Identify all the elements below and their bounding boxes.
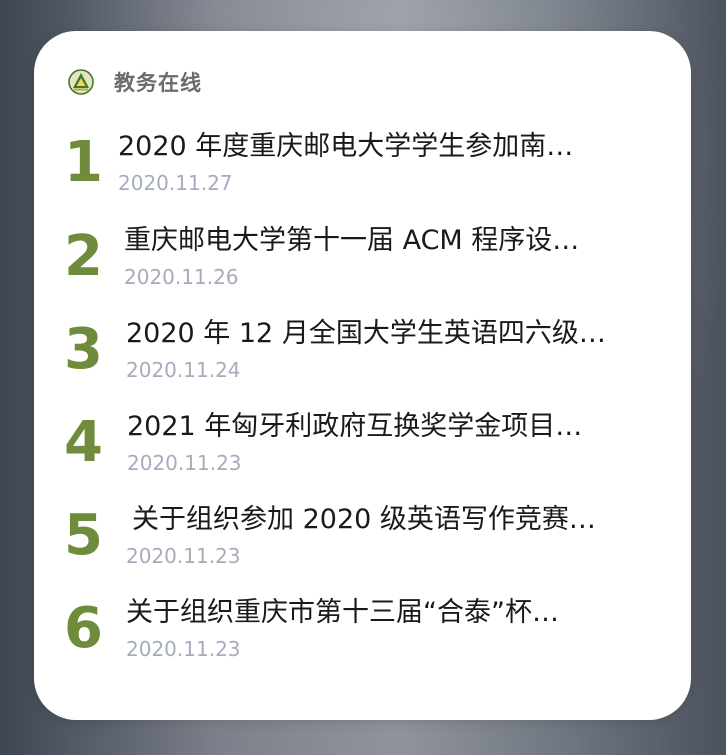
rank-number: 2 <box>64 224 103 289</box>
news-title: 2020 年度重庆邮电大学学生参加南… <box>118 131 574 162</box>
app-name: 教务在线 <box>114 71 202 95</box>
news-date: 2020.11.27 <box>118 171 233 195</box>
jiaowu-widget[interactable]: 教务在线 1 2020 年度重庆邮电大学学生参加南… 2020.11.27 2 … <box>34 31 691 720</box>
news-item-2[interactable]: 2 重庆邮电大学第十一届 ACM 程序设… 2020.11.26 <box>34 225 691 315</box>
news-title: 关于组织参加 2020 级英语写作竞赛… <box>132 504 596 535</box>
widget-header: 教务在线 <box>68 67 202 97</box>
news-item-6[interactable]: 6 关于组织重庆市第十三届“合泰”杯… 2020.11.23 <box>34 597 691 687</box>
rank-number: 3 <box>64 317 103 382</box>
news-date: 2020.11.24 <box>126 358 241 382</box>
rank-number: 4 <box>64 410 103 475</box>
news-title: 2020 年 12 月全国大学生英语四六级… <box>126 318 606 349</box>
rank-number: 5 <box>64 503 103 568</box>
news-date: 2020.11.26 <box>124 265 239 289</box>
news-title: 关于组织重庆市第十三届“合泰”杯… <box>126 597 559 628</box>
news-item-4[interactable]: 4 2021 年匈牙利政府互换奖学金项目… 2020.11.23 <box>34 411 691 501</box>
school-emblem-icon <box>68 69 94 95</box>
news-date: 2020.11.23 <box>127 451 242 475</box>
news-item-1[interactable]: 1 2020 年度重庆邮电大学学生参加南… 2020.11.27 <box>34 131 691 221</box>
news-item-5[interactable]: 5 关于组织参加 2020 级英语写作竞赛… 2020.11.23 <box>34 504 691 594</box>
news-title: 2021 年匈牙利政府互换奖学金项目… <box>127 411 583 442</box>
rank-number: 1 <box>64 130 103 195</box>
news-date: 2020.11.23 <box>126 544 241 568</box>
news-title: 重庆邮电大学第十一届 ACM 程序设… <box>124 225 580 256</box>
news-date: 2020.11.23 <box>126 637 241 661</box>
rank-number: 6 <box>64 596 103 661</box>
news-item-3[interactable]: 3 2020 年 12 月全国大学生英语四六级… 2020.11.24 <box>34 318 691 408</box>
